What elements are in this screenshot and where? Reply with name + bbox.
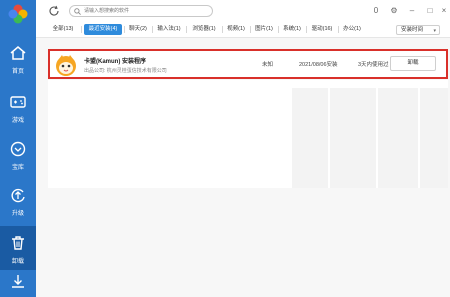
category-tabs: 全部(13) 最近安装(4) 聊天(2) 输入法(1) 浏览器(1) 视频(1)… xyxy=(36,22,450,38)
tab-recent-installs[interactable]: 最近安装(4) xyxy=(84,24,122,35)
empty-placeholder-block xyxy=(378,88,418,188)
app-logo-icon xyxy=(8,4,28,24)
search-box[interactable] xyxy=(69,5,213,17)
empty-placeholder-block xyxy=(420,88,448,188)
refresh-icon[interactable] xyxy=(48,5,60,17)
minimize-icon[interactable]: – xyxy=(406,5,418,17)
sidebar-item-label: 宝库 xyxy=(11,165,24,171)
tab-drivers[interactable]: 驱动(16) xyxy=(308,24,336,35)
tab-divider xyxy=(338,26,339,33)
sidebar-item-label: 游戏 xyxy=(11,118,24,124)
tab-divider xyxy=(222,26,223,33)
main-panel: 0 ⚙ – □ × 全部(13) 最近安装(4) 聊天(2) 输入法(1) 浏览… xyxy=(36,0,450,297)
tab-divider xyxy=(186,26,187,33)
tab-divider xyxy=(278,26,279,33)
upgrade-icon xyxy=(11,188,25,203)
sidebar-item-games[interactable]: 游戏 xyxy=(0,85,36,129)
tab-input-method[interactable]: 输入法(1) xyxy=(154,24,184,35)
tab-image[interactable]: 图片(1) xyxy=(252,24,276,35)
app-list-empty-area xyxy=(48,80,448,188)
app-publisher: 出品公司: 杭州灵桂蛋信技术有限公司 xyxy=(84,68,167,74)
maximize-icon[interactable]: □ xyxy=(424,5,436,17)
kamun-app-icon xyxy=(56,55,76,76)
app-row[interactable]: 卡盟(Kamun) 安装程序 出品公司: 杭州灵桂蛋信技术有限公司 未知 202… xyxy=(48,49,448,79)
tab-divider xyxy=(306,26,307,33)
tab-chat[interactable]: 聊天(2) xyxy=(126,24,150,35)
app-last-used: 3天内使用过 xyxy=(358,62,389,68)
sort-dropdown[interactable]: 安装时间 ▾ xyxy=(396,25,440,35)
sidebar-item-label: 升级 xyxy=(11,211,24,217)
tab-system[interactable]: 系统(1) xyxy=(280,24,304,35)
tab-all[interactable]: 全部(13) xyxy=(46,24,80,35)
search-input[interactable] xyxy=(84,6,210,16)
empty-placeholder-block xyxy=(330,88,376,188)
sidebar-item-upgrade[interactable]: 升级 xyxy=(0,178,36,222)
home-icon xyxy=(10,46,26,60)
sidebar: 首页 游戏 宝库 升级 卸载 xyxy=(0,0,36,297)
empty-placeholder-block xyxy=(292,88,328,188)
notification-count[interactable]: 0 xyxy=(370,5,382,17)
tab-divider xyxy=(124,26,125,33)
tab-divider xyxy=(250,26,251,33)
trash-icon xyxy=(12,236,24,250)
sidebar-item-uninstall[interactable]: 卸载 xyxy=(0,226,36,270)
sidebar-item-home[interactable]: 首页 xyxy=(0,36,36,80)
top-toolbar: 0 ⚙ – □ × xyxy=(36,0,450,22)
settings-gear-icon[interactable]: ⚙ xyxy=(388,5,400,17)
download-icon[interactable] xyxy=(9,272,27,290)
tab-browser[interactable]: 浏览器(1) xyxy=(188,24,220,35)
gamepad-icon xyxy=(10,96,26,108)
sidebar-item-label: 首页 xyxy=(11,69,24,75)
app-size: 未知 xyxy=(262,62,274,68)
tab-video[interactable]: 视频(1) xyxy=(224,24,248,35)
tab-divider xyxy=(81,26,82,33)
close-icon[interactable]: × xyxy=(438,5,450,17)
tab-office[interactable]: 办公(1) xyxy=(340,24,364,35)
treasure-icon xyxy=(10,141,26,157)
sidebar-item-label: 卸载 xyxy=(11,259,24,265)
tab-divider xyxy=(152,26,153,33)
uninstall-button[interactable]: 卸载 xyxy=(390,56,436,71)
app-name: 卡盟(Kamun) 安装程序 xyxy=(84,59,146,65)
chevron-down-icon: ▾ xyxy=(433,28,436,34)
sort-label: 安装时间 xyxy=(401,27,424,33)
app-install-date: 2021/08/06安装 xyxy=(299,62,338,68)
sidebar-item-treasure[interactable]: 宝库 xyxy=(0,132,36,176)
search-icon xyxy=(74,8,81,15)
